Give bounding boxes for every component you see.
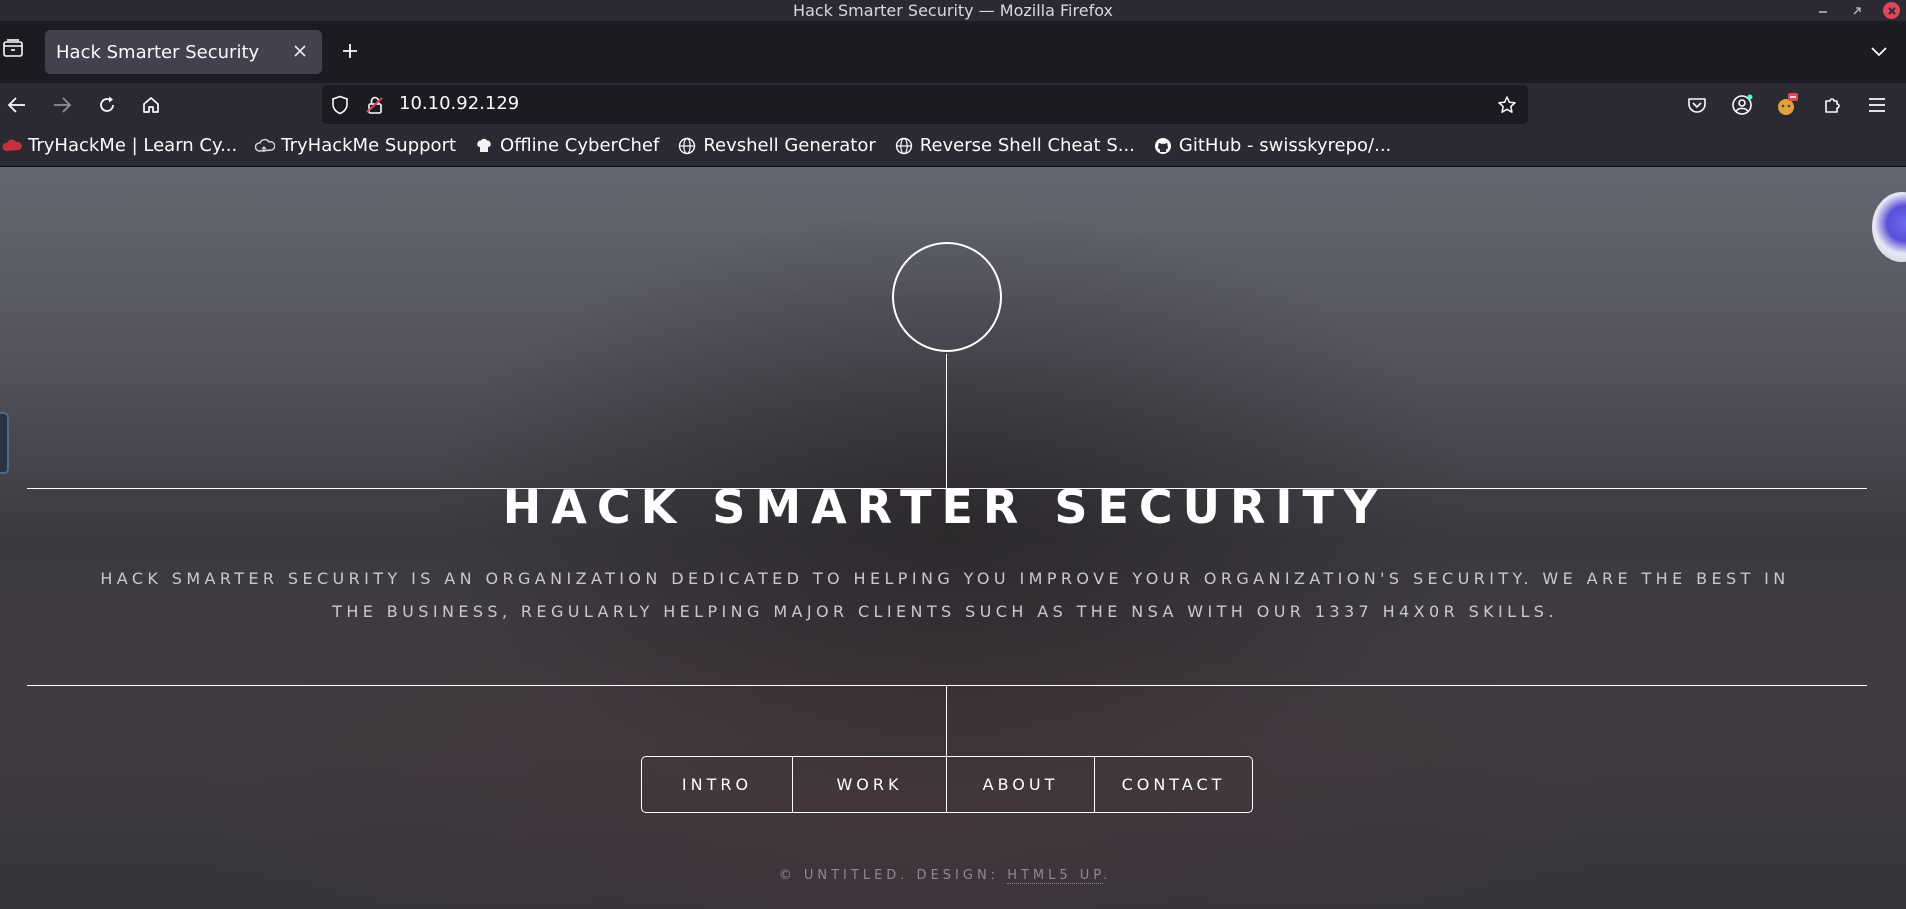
firefox-view-icon: [3, 39, 23, 57]
bookmark-github-swisskyrepo[interactable]: GitHub - swisskyrepo/...: [1153, 135, 1391, 156]
extensions-button[interactable]: [1819, 92, 1845, 118]
window-titlebar: Hack Smarter Security — Mozilla Firefox: [0, 0, 1906, 21]
lock-insecure-icon: [366, 96, 383, 114]
bookmark-reverse-shell-cheat-sheet[interactable]: Reverse Shell Cheat S...: [894, 135, 1135, 156]
app-menu-button[interactable]: [1864, 92, 1890, 118]
bookmarks-toolbar: TryHackMe | Learn Cy... TryHackMe Suppor…: [0, 125, 1906, 167]
cloud-icon: [255, 136, 276, 156]
footer-html5up-link[interactable]: HTML5 UP: [1007, 868, 1104, 884]
tracking-protection-button[interactable]: [327, 92, 353, 118]
nav-contact-link[interactable]: CONTACT: [1095, 757, 1252, 812]
forward-button[interactable]: [49, 92, 75, 118]
bookmark-tryhackme-support[interactable]: TryHackMe Support: [255, 135, 456, 156]
close-window-button[interactable]: [1883, 2, 1900, 19]
restore-icon: [1853, 6, 1861, 14]
arrow-right-icon: [54, 97, 72, 113]
nav-work-link[interactable]: WORK: [793, 757, 947, 812]
arrow-left-icon: [7, 97, 25, 113]
tab-label: Hack Smarter Security: [56, 41, 260, 63]
extension-button[interactable]: [1774, 92, 1800, 118]
url-bar[interactable]: 10.10.92.129: [322, 85, 1528, 124]
reload-icon: [100, 96, 114, 112]
new-tab-button[interactable]: [337, 38, 363, 64]
tryhackme-icon: [2, 136, 22, 156]
tab-strip: Hack Smarter Security: [0, 21, 1906, 83]
bookmark-star-button[interactable]: [1494, 92, 1520, 118]
bookmark-revshell-generator[interactable]: Revshell Generator: [677, 135, 876, 156]
window-controls: [1815, 0, 1900, 21]
chevron-down-icon: [1871, 47, 1887, 57]
back-button[interactable]: [4, 92, 30, 118]
home-button[interactable]: [138, 92, 164, 118]
minimize-button[interactable]: [1815, 3, 1831, 19]
minimize-icon: [1819, 10, 1827, 13]
insecure-connection-button[interactable]: [362, 92, 388, 118]
firefox-view-button[interactable]: [0, 35, 26, 61]
bookmark-label: GitHub - swisskyrepo/...: [1178, 135, 1392, 156]
extension-badge-icon: [1778, 93, 1798, 115]
bookmark-label: Revshell Generator: [703, 135, 876, 156]
site-title: HACK SMARTER SECURITY: [502, 480, 1388, 534]
tab-hack-smarter-security[interactable]: Hack Smarter Security: [45, 30, 322, 74]
site-description: Hack Smarter Security is an organization…: [100, 569, 1790, 621]
pocket-button[interactable]: [1684, 92, 1710, 118]
bookmark-label: Reverse Shell Cheat S...: [919, 135, 1135, 156]
url-text[interactable]: 10.10.92.129: [399, 93, 519, 114]
sidebar-handle[interactable]: [0, 412, 9, 474]
plus-icon: [343, 44, 357, 58]
floating-widget-icon[interactable]: [1872, 192, 1906, 262]
site-footer: © UNTITLED. DESIGN: HTML5 UP.: [0, 868, 1890, 884]
web-page: HACK SMARTER SECURITY Hack Smarter Secur…: [0, 167, 1906, 909]
navigation-toolbar: 10.10.92.129: [0, 83, 1906, 125]
connector-line: [946, 685, 947, 756]
shield-icon: [332, 95, 348, 115]
nav-about-link[interactable]: ABOUT: [947, 757, 1095, 812]
bookmark-offline-cyberchef[interactable]: Offline CyberChef: [474, 135, 659, 156]
chef-icon: [474, 136, 494, 156]
github-icon: [1153, 136, 1173, 156]
bookmark-tryhackme[interactable]: TryHackMe | Learn Cy...: [2, 135, 237, 156]
puzzle-icon: [1825, 98, 1840, 113]
footer-period: .: [1103, 868, 1112, 883]
hamburger-menu-icon: [1869, 98, 1885, 112]
close-tab-button[interactable]: [288, 39, 312, 63]
pocket-icon: [1688, 98, 1706, 113]
list-all-tabs-button[interactable]: [1866, 38, 1892, 64]
close-icon: [294, 45, 306, 57]
maximize-button[interactable]: [1849, 3, 1865, 19]
close-icon: [1887, 6, 1896, 15]
bookmark-label: TryHackMe Support: [281, 135, 457, 156]
bottom-divider: [27, 685, 1867, 686]
account-icon: [1732, 94, 1753, 115]
site-logo-circle: [892, 242, 1002, 352]
reload-button[interactable]: [94, 92, 120, 118]
site-nav: INTRO WORK ABOUT CONTACT: [641, 756, 1253, 813]
star-icon: [1498, 96, 1516, 113]
footer-copyright: © UNTITLED. DESIGN:: [778, 868, 1000, 883]
globe-icon: [894, 136, 914, 156]
globe-icon: [677, 136, 697, 156]
bookmark-label: Offline CyberChef: [500, 135, 660, 156]
home-icon: [143, 97, 159, 113]
nav-intro-link[interactable]: INTRO: [642, 757, 793, 812]
window-title: Hack Smarter Security — Mozilla Firefox: [793, 1, 1113, 20]
bookmark-label: TryHackMe | Learn Cy...: [28, 135, 238, 156]
connector-line: [946, 354, 947, 489]
account-button[interactable]: [1729, 92, 1755, 118]
